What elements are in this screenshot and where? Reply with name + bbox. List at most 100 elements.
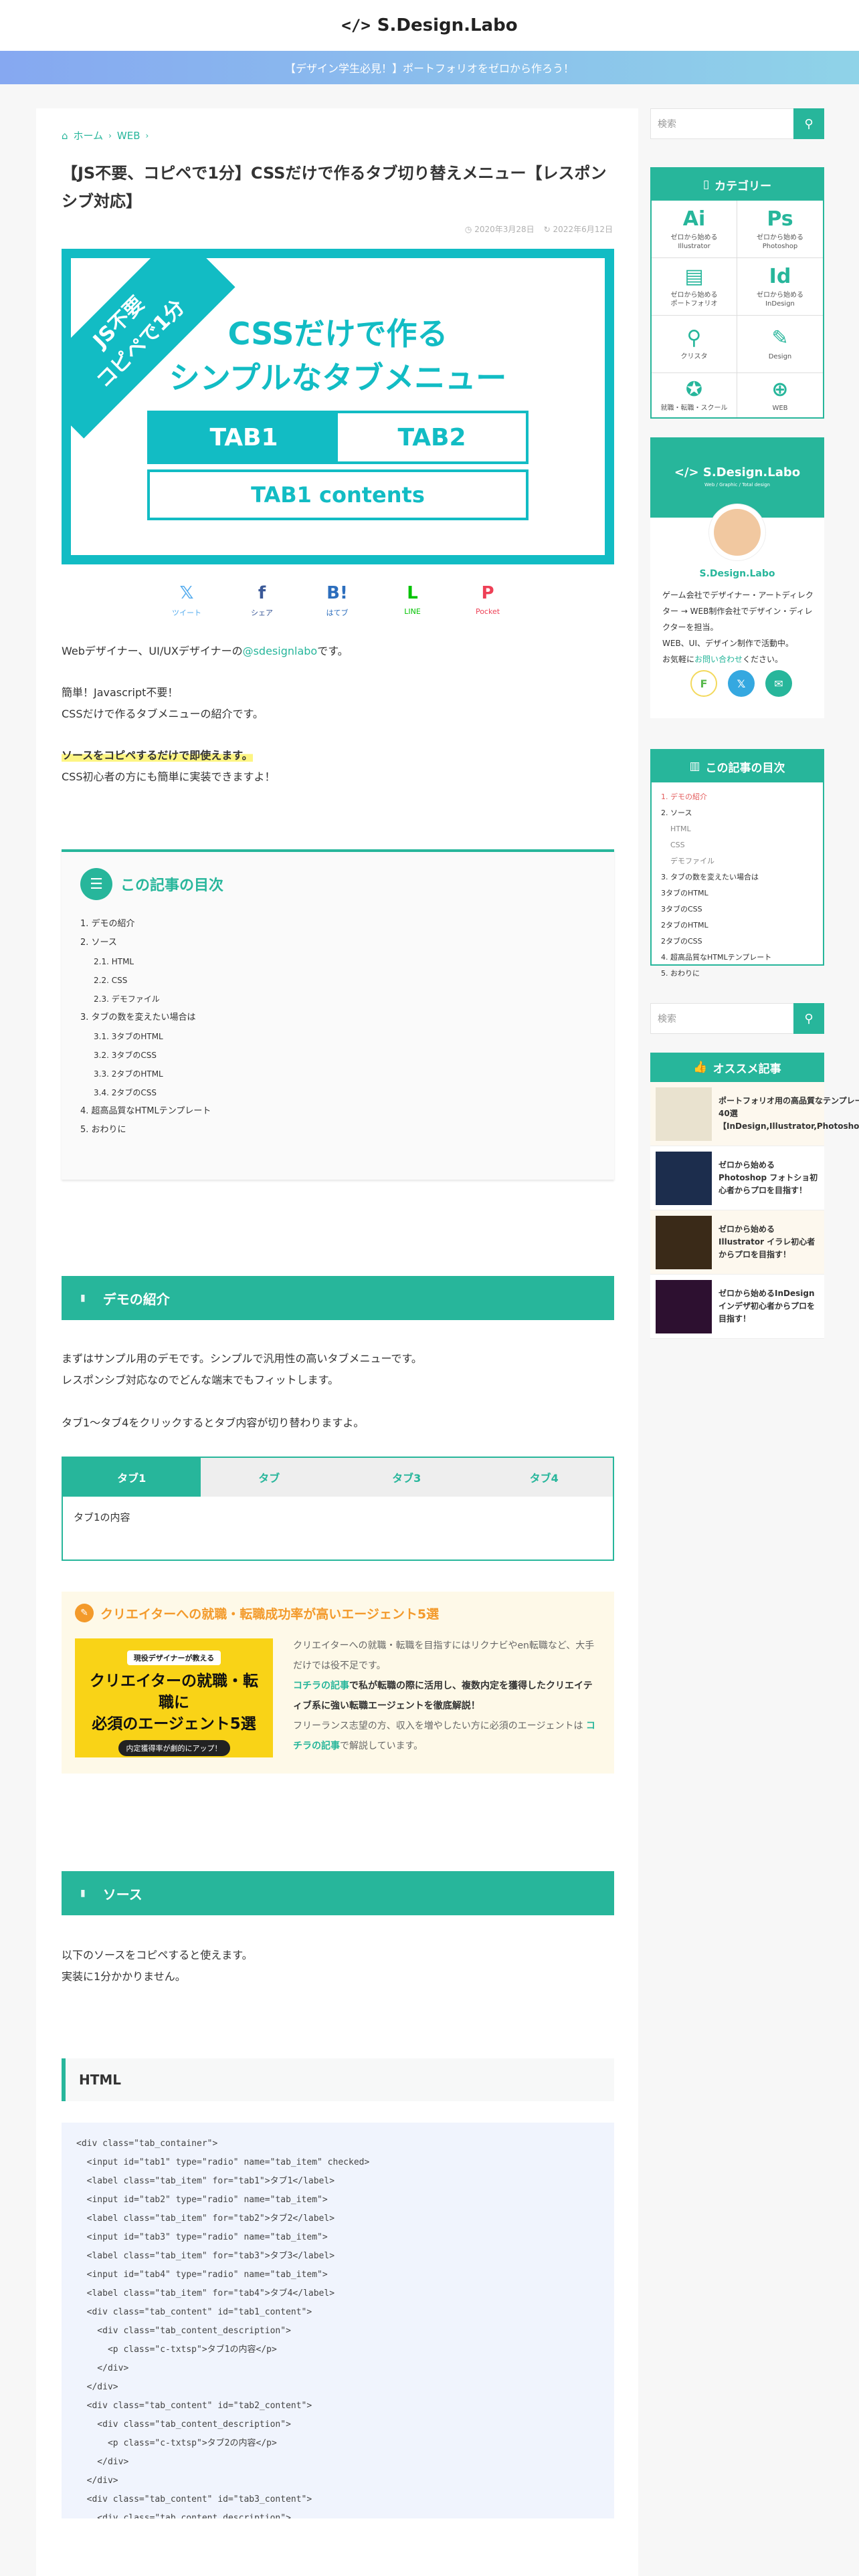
toc-item[interactable]: 3. タブの数を変えたい場合は (80, 1008, 211, 1027)
sidebar-toc-item[interactable]: 3タブのCSS (661, 901, 814, 918)
reco-thumbnail (656, 1087, 712, 1141)
toc-item[interactable]: 4. 超高品質なHTMLテンプレート (80, 1102, 211, 1121)
section-heading-source: ▮ ソース (62, 1871, 614, 1915)
twitter-icon: 𝕏 (179, 583, 194, 603)
code-line: <input id="tab3" type="radio" name="tab_… (76, 2232, 328, 2242)
bio-text: お気軽に (662, 655, 695, 664)
category-label: ゼロから始める Illustrator (670, 233, 718, 250)
paragraph: レスポンシブ対応なのでどんな端末でもフィットします。 (62, 1374, 339, 1386)
category-item[interactable]: Ai ゼロから始める Illustrator (652, 201, 737, 258)
toc-item[interactable]: 1. デモの紹介 (80, 915, 211, 934)
toc-item[interactable]: 3.2. 3タブのCSS (80, 1046, 211, 1065)
sidebar-toc-item[interactable]: 2タブのCSS (661, 934, 814, 950)
reco-title: ゼロから始めるIllustrator イラレ初心者からプロを目指す！ (719, 1224, 816, 1259)
search-input[interactable]: 検索 (650, 108, 793, 139)
code-line: <div class="tab_content" id="tab3_conten… (76, 2494, 312, 2504)
share-button-facebook[interactable]: f シェア (239, 583, 286, 618)
contact-link[interactable]: お問い合わせ (694, 655, 743, 664)
category-label: Design (768, 353, 792, 360)
share-button-line[interactable]: L LINE (389, 583, 436, 618)
category-label: ゼロから始める InDesign (757, 291, 803, 308)
code-line: <div class="tab_content" id="tab1_conten… (76, 2307, 312, 2317)
demo-tab-content: タブ1の内容 (74, 1511, 130, 1523)
category-item[interactable]: ✪ 就職・転職・スクール (652, 373, 737, 417)
sidebar-toc-item[interactable]: 1. デモの紹介 (661, 789, 814, 805)
share-button-hatena[interactable]: B! はてブ (314, 583, 361, 618)
sidebar-toc-item[interactable]: 3タブのHTML (661, 885, 814, 901)
toc-item[interactable]: 2. ソース (80, 934, 211, 952)
sidebar-toc-item[interactable]: 2. ソース (661, 805, 814, 821)
sidebar-toc-title-text: この記事の目次 (705, 761, 785, 775)
reco-title: ポートフォリオ用の高品質なテンプレート40選【InDesign,Illustra… (719, 1096, 859, 1131)
category-item[interactable]: ✎ Design (737, 316, 823, 373)
chevron-right-icon: › (145, 130, 149, 140)
category-widget: ▯ カテゴリー Ai ゼロから始める Illustrator Ps ゼロから始める P… (650, 167, 824, 419)
paragraph: 実装に1分かかりません。 (62, 1970, 186, 1983)
category-item[interactable]: Id ゼロから始める InDesign (737, 258, 823, 316)
toc-item[interactable]: 2.1. HTML (80, 952, 211, 971)
bio-text: WEB、UI、デザイン制作で活動中。 (662, 639, 794, 648)
main-content: ⌂ ホーム › WEB › 【JS不要、コピペで1分】CSSだけで作るタブ切り替… (36, 108, 638, 2576)
demo-tabs: タブ1 タブ タブ3 タブ4 (63, 1458, 613, 1497)
code-block[interactable]: <div class="tab_container"> <input id="t… (62, 2123, 614, 2518)
share-label: ツイート (172, 609, 201, 617)
reco-item[interactable]: ゼロから始めるIllustrator イラレ初心者からプロを目指す！ (650, 1210, 824, 1275)
banner-pill: 内定獲得率が劇的にアップ！ (118, 1740, 230, 1756)
search-button[interactable]: ⚲ (793, 108, 824, 139)
sidebar-toc-item[interactable]: デモファイル (661, 853, 814, 869)
site-logo[interactable]: </> S.Design.Labo (341, 15, 517, 35)
toc-item[interactable]: 3.1. 3タブのHTML (80, 1027, 211, 1046)
sidebar-toc-item[interactable]: CSS (661, 837, 814, 853)
toc-item[interactable]: 3.4. 2タブのCSS (80, 1083, 211, 1102)
sidebar-toc-item[interactable]: 5. おわりに (661, 966, 814, 982)
demo-tab-4[interactable]: タブ4 (475, 1458, 613, 1497)
profile-tagline: Web / Graphic / Total design (704, 482, 770, 488)
intro-text: CSS初心者の方にも簡単に実装できますよ！ (62, 770, 276, 783)
category-item[interactable]: ⊕ WEB (737, 373, 823, 417)
demo-tab-1[interactable]: タブ1 (63, 1458, 201, 1497)
breadcrumb-home[interactable]: ホーム (74, 128, 104, 142)
demo-tab-3[interactable]: タブ3 (338, 1458, 476, 1497)
agent-title-text: クリエイターへの就職・転職成功率が高いエージェント5選 (100, 1606, 440, 1622)
share-button-pocket[interactable]: P Pocket (464, 583, 511, 618)
sidebar-toc-item[interactable]: 4. 超高品質なHTMLテンプレート (661, 950, 814, 966)
notice-bar[interactable]: 【デザイン学生必見！】ポートフォリオをゼロから作ろう！ (0, 51, 859, 84)
reco-item[interactable]: ゼロから始めるInDesign インデザ初心者からプロを目指す！ (650, 1275, 824, 1339)
category-item[interactable]: ▤ ゼロから始める ポートフォリオ (652, 258, 737, 316)
agent-banner[interactable]: 現役デザイナーが教える クリエイターの就職・転職に 必須のエージェント5選 内定… (75, 1638, 273, 1757)
breadcrumb-web[interactable]: WEB (117, 130, 140, 142)
sidebar-search: 検索 ⚲ (650, 108, 824, 139)
toc-item[interactable]: 2.2. CSS (80, 971, 211, 990)
feedly-icon[interactable]: F (690, 670, 717, 697)
code-line: <div class="tab_content" id="tab2_conten… (76, 2401, 312, 2411)
search-input[interactable]: 検索 (650, 1003, 793, 1034)
toc-item[interactable]: 5. おわりに (80, 1121, 211, 1140)
demo-tab-2[interactable]: タブ (200, 1458, 338, 1497)
reco-item[interactable]: ゼロから始めるPhotoshop フォトショ初心者からプロを目指す！ (650, 1146, 824, 1210)
toc-item[interactable]: 3.3. 2タブのHTML (80, 1065, 211, 1083)
mail-icon[interactable]: ✉ (765, 670, 792, 697)
search-button[interactable]: ⚲ (793, 1003, 824, 1034)
twitter-handle-link[interactable]: @sdesignlabo (243, 645, 318, 657)
toc-item[interactable]: 2.3. デモファイル (80, 990, 211, 1008)
category-title: ▯ カテゴリー (652, 169, 823, 201)
hatena-icon: B! (326, 583, 348, 603)
twitter-icon[interactable]: 𝕏 (728, 670, 755, 697)
search-icon: ⚲ (804, 116, 814, 131)
reco-title: ゼロから始めるInDesign インデザ初心者からプロを目指す！ (719, 1289, 816, 1323)
sidebar-toc-item[interactable]: HTML (661, 821, 814, 837)
category-item[interactable]: ⚲ クリスタ (652, 316, 737, 373)
demo-description: まずはサンプル用のデモです。シンプルで汎用性の高いタブメニューです。 レスポンシ… (62, 1348, 617, 1434)
reco-thumbnail (656, 1215, 712, 1269)
eyecatch-tab2: TAB2 (397, 423, 466, 451)
share-label: はてブ (326, 609, 349, 617)
share-button-twitter[interactable]: 𝕏 ツイート (163, 583, 210, 618)
code-line: <input id="tab2" type="radio" name="tab_… (76, 2195, 328, 2205)
reco-item[interactable]: ポートフォリオ用の高品質なテンプレート40選【InDesign,Illustra… (650, 1082, 859, 1146)
sidebar-toc-item[interactable]: 3. タブの数を変えたい場合は (661, 869, 814, 885)
category-item[interactable]: Ps ゼロから始める Photoshop (737, 201, 823, 258)
sidebar-toc-item[interactable]: 2タブのHTML (661, 918, 814, 934)
code-line: <div class="tab_content_description"> (76, 2420, 291, 2430)
profile-logo: </> S.Design.Labo (674, 465, 801, 479)
agent-article-link-1[interactable]: コチラの記事 (293, 1681, 349, 1691)
